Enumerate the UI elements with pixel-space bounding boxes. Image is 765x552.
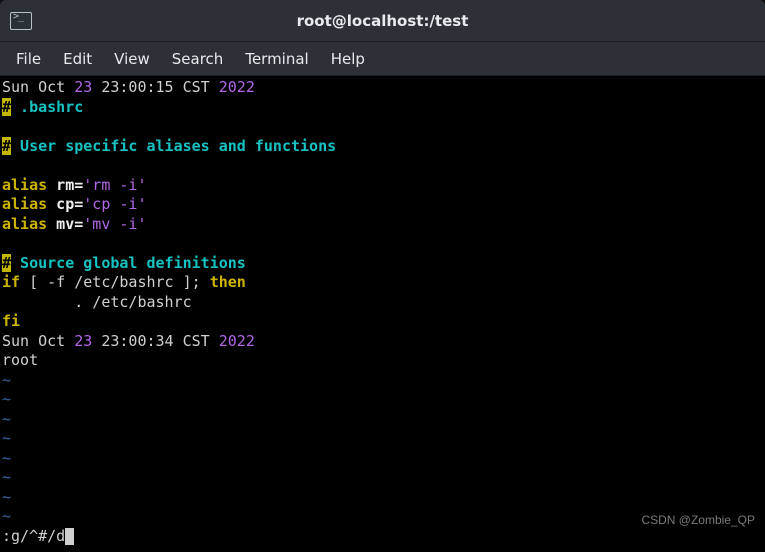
line-blank3 bbox=[2, 234, 763, 254]
terminal-viewport[interactable]: Sun Oct 23 23:00:15 CST 2022 # .bashrc #… bbox=[0, 76, 765, 552]
line-tilde: ~ bbox=[2, 410, 763, 430]
line-blank1 bbox=[2, 117, 763, 137]
line-tilde: ~ bbox=[2, 449, 763, 469]
line-blank2 bbox=[2, 156, 763, 176]
menu-view[interactable]: View bbox=[104, 46, 160, 72]
line-if: if [ -f /etc/bashrc ]; then bbox=[2, 273, 763, 293]
line-bashrc: # .bashrc bbox=[2, 98, 763, 118]
window-titlebar: root@localhost:/test bbox=[0, 0, 765, 42]
line-tilde: ~ bbox=[2, 371, 763, 391]
line-comment1: # User specific aliases and functions bbox=[2, 137, 763, 157]
menu-file[interactable]: File bbox=[6, 46, 51, 72]
cursor bbox=[65, 528, 74, 545]
line-comment2: # Source global definitions bbox=[2, 254, 763, 274]
line-source: . /etc/bashrc bbox=[2, 293, 763, 313]
line-fi: fi bbox=[2, 312, 763, 332]
window-title: root@localhost:/test bbox=[44, 12, 721, 30]
menu-edit[interactable]: Edit bbox=[53, 46, 102, 72]
vim-command: :g/^#/d bbox=[2, 527, 65, 545]
line-alias-cp: alias cp='cp -i' bbox=[2, 195, 763, 215]
line-tilde: ~ bbox=[2, 429, 763, 449]
watermark: CSDN @Zombie_QP bbox=[641, 511, 755, 531]
line-tilde: ~ bbox=[2, 488, 763, 508]
line-date2: Sun Oct 23 23:00:34 CST 2022 bbox=[2, 332, 763, 352]
line-alias-rm: alias rm='rm -i' bbox=[2, 176, 763, 196]
menu-help[interactable]: Help bbox=[321, 46, 375, 72]
line-tilde: ~ bbox=[2, 468, 763, 488]
line-root: root bbox=[2, 351, 763, 371]
menu-bar: File Edit View Search Terminal Help bbox=[0, 42, 765, 76]
menu-terminal[interactable]: Terminal bbox=[235, 46, 318, 72]
line-tilde: ~ bbox=[2, 390, 763, 410]
line-alias-mv: alias mv='mv -i' bbox=[2, 215, 763, 235]
terminal-icon bbox=[10, 12, 32, 30]
line-date1: Sun Oct 23 23:00:15 CST 2022 bbox=[2, 78, 763, 98]
menu-search[interactable]: Search bbox=[162, 46, 234, 72]
